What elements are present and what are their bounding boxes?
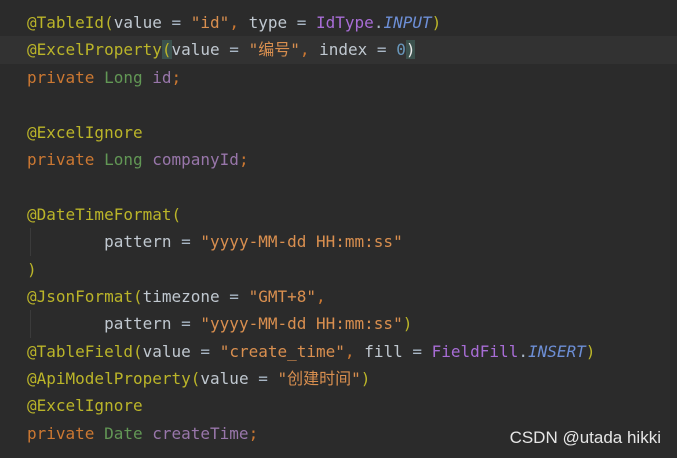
code-token: (	[104, 13, 114, 32]
code-token: Date	[104, 423, 153, 443]
code-token: )	[431, 13, 442, 32]
code-token: )	[27, 259, 37, 279]
code-token: "GMT+8"	[248, 286, 317, 306]
indent-guide	[30, 228, 31, 256]
code-token: type	[248, 13, 288, 32]
code-line[interactable]: @TableId(value = "id", type = IdType.INP…	[0, 9, 677, 36]
code-line[interactable]	[0, 91, 677, 118]
code-token: pattern	[104, 232, 172, 252]
code-token: =	[248, 369, 278, 389]
code-token: "yyyy-MM-dd HH:mm:ss"	[200, 232, 403, 252]
code-token: value	[113, 13, 162, 32]
code-token: ;	[238, 149, 249, 169]
code-token: ,	[316, 286, 326, 306]
code-line[interactable]: )	[0, 256, 677, 283]
code-token: =	[287, 13, 317, 32]
code-token: value	[142, 341, 191, 361]
code-token: 0	[396, 40, 406, 60]
code-token: (	[132, 341, 143, 361]
code-token: @DateTimeFormat	[27, 204, 172, 224]
code-token: "yyyy-MM-dd HH:mm:ss"	[200, 314, 403, 334]
code-line[interactable]: @DateTimeFormat(	[0, 201, 677, 228]
code-token: private	[27, 423, 105, 443]
code-token: =	[367, 40, 397, 60]
code-token: =	[219, 40, 249, 60]
code-line[interactable]: pattern = "yyyy-MM-dd HH:mm:ss"	[0, 228, 677, 256]
code-token: companyId	[152, 149, 239, 169]
code-token: )	[405, 40, 416, 60]
code-token: ;	[248, 423, 259, 443]
code-line[interactable]: @JsonFormat(timezone = "GMT+8",	[0, 283, 677, 310]
code-token: (	[190, 369, 201, 389]
code-line[interactable]	[0, 173, 677, 200]
code-token: index	[319, 40, 368, 60]
code-token: (	[161, 40, 172, 60]
code-token: @TableField	[27, 341, 133, 361]
code-token: Long	[104, 67, 153, 87]
code-line[interactable]: pattern = "yyyy-MM-dd HH:mm:ss")	[0, 310, 677, 338]
code-token: =	[219, 286, 249, 306]
code-line[interactable]: @ExcelProperty(value = "编号", index = 0)	[0, 36, 677, 64]
code-token: IdType	[316, 13, 374, 32]
code-token: @TableId	[27, 13, 105, 32]
code-token: )	[360, 369, 371, 389]
code-token: "id"	[190, 13, 230, 32]
code-token: value	[200, 369, 249, 389]
watermark: CSDN @utada hikki	[509, 428, 661, 447]
code-token: =	[402, 341, 432, 361]
code-token: INSERT	[527, 341, 586, 361]
code-line[interactable]: @ExcelIgnore	[0, 119, 677, 146]
code-line[interactable]: @TableField(value = "create_time", fill …	[0, 338, 677, 365]
code-token: ,	[299, 40, 320, 60]
code-line[interactable]: private Long id;	[0, 64, 677, 91]
code-token: @ExcelIgnore	[27, 396, 143, 416]
code-token: @ExcelIgnore	[27, 122, 143, 142]
code-token: private	[27, 67, 105, 87]
code-line[interactable]: @ApiModelProperty(value = "创建时间")	[0, 365, 677, 392]
code-token: =	[190, 341, 220, 361]
code-token: INPUT	[383, 13, 432, 32]
code-token: Long	[104, 149, 153, 169]
code-token: pattern	[104, 314, 172, 334]
code-token: private	[27, 149, 105, 169]
indent-guide	[30, 310, 31, 338]
code-line[interactable]: private Long companyId;	[0, 146, 677, 173]
code-token: @JsonFormat	[27, 286, 133, 306]
code-token: value	[171, 40, 220, 60]
code-token: @ApiModelProperty	[27, 369, 191, 389]
code-token: .	[518, 341, 528, 361]
code-token: )	[585, 341, 596, 361]
code-token: ,	[229, 13, 249, 32]
code-token: "create_time"	[219, 341, 345, 361]
code-token: createTime	[152, 423, 249, 443]
code-token: (	[132, 286, 143, 306]
code-token: timezone	[142, 286, 220, 306]
code-token: )	[402, 314, 413, 334]
code-token: ,	[344, 341, 365, 361]
code-token: =	[171, 314, 201, 334]
code-token: .	[373, 13, 384, 32]
code-token: ;	[171, 67, 182, 87]
code-token: =	[161, 13, 191, 32]
code-token: =	[171, 232, 201, 252]
code-token: id	[152, 67, 172, 87]
code-token: @ExcelProperty	[27, 40, 162, 60]
code-line[interactable]: @ExcelIgnore	[0, 392, 677, 419]
code-token: fill	[364, 341, 403, 361]
code-editor[interactable]: @TableId(value = "id", type = IdType.INP…	[0, 9, 677, 447]
code-token: (	[171, 204, 182, 224]
code-token: FieldFill	[431, 341, 519, 361]
code-token: "创建时间"	[277, 369, 361, 389]
code-token: "编号"	[248, 40, 300, 60]
